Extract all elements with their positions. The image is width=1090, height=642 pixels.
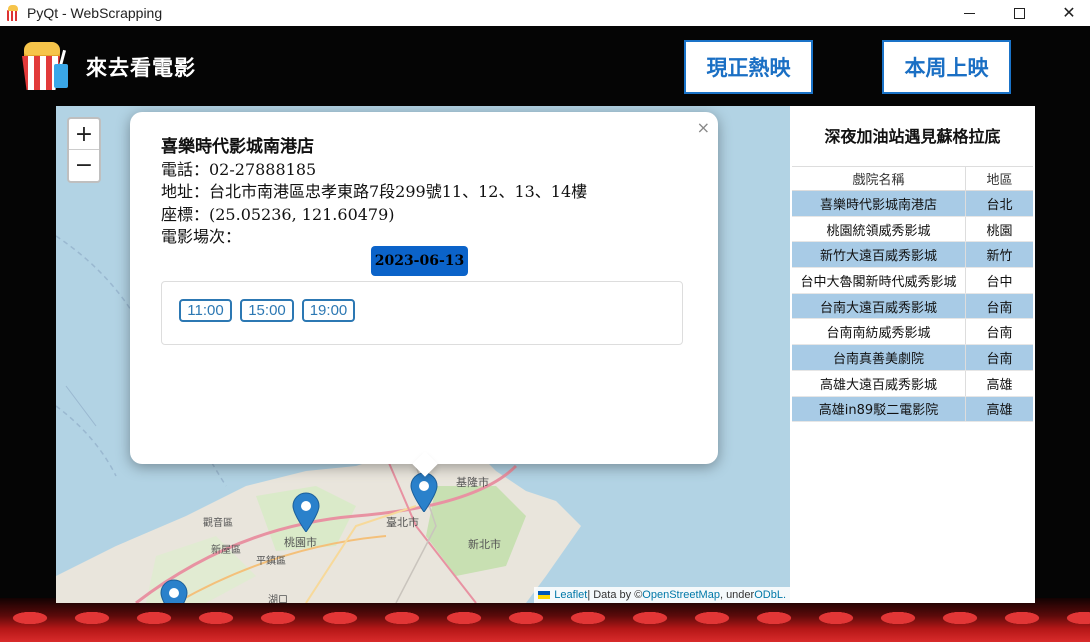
table-row[interactable]: 台南南紡威秀影城 台南 (792, 319, 1033, 346)
popup-close-button[interactable]: × (697, 118, 710, 137)
map-attribution: Leaflet | Data by © OpenStreetMap , unde… (534, 587, 790, 603)
column-header-region[interactable]: 地區 (966, 167, 1033, 190)
theater-panel: 深夜加油站遇見蘇格拉底 戲院名稱 地區 喜樂時代影城南港店 台北 桃園統領威秀影城… (790, 106, 1035, 603)
theater-name: 台中大魯閣新時代威秀影城 (792, 268, 966, 293)
close-window-button[interactable]: ✕ (1046, 0, 1090, 26)
table-row[interactable]: 高雄大遠百威秀影城 高雄 (792, 370, 1033, 397)
zoom-out-button[interactable]: − (69, 150, 99, 181)
zoom-control: + − (67, 117, 101, 183)
map-label-keelung: 基隆市 (456, 475, 489, 489)
cinema-coords: 座標：(25.05236, 121.60479) (161, 204, 395, 224)
theater-name: 桃園統領威秀影城 (792, 216, 966, 242)
table-header: 戲院名稱 地區 (792, 166, 1033, 191)
ukraine-flag-icon (538, 591, 551, 599)
theater-name: 台南南紡威秀影城 (792, 319, 966, 345)
map-label-taoyuan: 桃園市 (284, 535, 317, 549)
cinema-marker-icon[interactable] (410, 472, 438, 512)
cinema-phone: 電話：02-27888185 (161, 159, 317, 179)
minimize-button[interactable] (946, 0, 992, 26)
maximize-button[interactable] (996, 0, 1042, 26)
map-label-newtaipei: 新北市 (468, 537, 501, 551)
popcorn-logo-icon (18, 40, 70, 92)
zoom-in-button[interactable]: + (69, 119, 99, 150)
theater-name: 台南大遠百威秀影城 (792, 293, 966, 319)
theater-region: 台中 (986, 274, 1013, 290)
popup-content: 喜樂時代影城南港店 電話：02-27888185 地址：台北市南港區忠孝東路7段… (161, 136, 587, 249)
theater-region: 台南 (986, 351, 1013, 367)
map-label-pingzhen: 平鎮區 (256, 554, 286, 567)
showtime-button[interactable]: 15:00 (240, 299, 294, 322)
table-row[interactable]: 台南真善美劇院 台南 (792, 345, 1033, 371)
table-row[interactable]: 高雄in89駁二電影院 高雄 (792, 396, 1033, 423)
map-label-xinwu: 新屋區 (211, 543, 241, 556)
now-showing-button[interactable]: 現正熱映 (684, 40, 813, 94)
cinema-address: 地址：台北市南港區忠孝東路7段299號11、12、13、14樓 (161, 182, 588, 201)
cinema-marker-icon[interactable] (160, 579, 188, 603)
theater-name: 高雄大遠百威秀影城 (792, 370, 966, 396)
popcorn-app-icon (5, 5, 21, 21)
osm-link[interactable]: OpenStreetMap (642, 589, 720, 601)
cinema-seats-decoration (0, 598, 1090, 642)
column-header-name[interactable]: 戲院名稱 (792, 167, 966, 190)
map-label-hukou: 湖口 (268, 594, 288, 603)
table-row[interactable]: 台南大遠百威秀影城 台南 (792, 293, 1033, 320)
app-area: 來去看電影 現正熱映 本周上映 基隆市 臺北市 新北市 桃園市 觀音區 新屋區 … (0, 26, 1090, 642)
showtimes-box: 11:00 15:00 19:00 (161, 281, 683, 345)
theater-region: 高雄 (986, 403, 1013, 419)
theater-name: 新竹大遠百威秀影城 (792, 242, 966, 268)
table-row[interactable]: 喜樂時代影城南港店 台北 (792, 191, 1033, 217)
table-row[interactable]: 台中大魯閣新時代威秀影城 台中 (792, 268, 1033, 294)
minimize-icon (963, 12, 975, 14)
theater-region: 台南 (986, 300, 1013, 316)
movie-title: 深夜加油站遇見蘇格拉底 (824, 127, 1001, 146)
theater-region: 桃園 (986, 223, 1013, 239)
attribution-under: , under (719, 589, 755, 601)
window-titlebar: PyQt - WebScrapping ✕ (0, 0, 1090, 26)
theater-name: 台南真善美劇院 (792, 345, 966, 370)
brand-title: 來去看電影 (86, 56, 196, 80)
app-header: 來去看電影 現正熱映 本周上映 (0, 26, 1090, 106)
showtime-button[interactable]: 11:00 (179, 299, 232, 322)
odbl-link[interactable]: ODbL. (754, 589, 786, 601)
theater-region: 高雄 (986, 377, 1013, 393)
map-view[interactable]: 基隆市 臺北市 新北市 桃園市 觀音區 新屋區 平鎮區 湖口 + − × 喜樂時… (56, 106, 790, 603)
table-row[interactable]: 桃園統領威秀影城 桃園 (792, 216, 1033, 243)
theater-region: 新竹 (986, 249, 1013, 265)
close-icon: ✕ (1062, 3, 1076, 22)
attribution-sep: | Data by © (587, 589, 643, 601)
map-label-taipei: 臺北市 (386, 515, 419, 529)
theater-table: 戲院名稱 地區 喜樂時代影城南港店 台北 桃園統領威秀影城 桃園 新竹大遠百威秀影城… (792, 166, 1033, 423)
table-row[interactable]: 新竹大遠百威秀影城 新竹 (792, 242, 1033, 269)
theater-region: 台南 (986, 326, 1013, 342)
map-label-guanyin: 觀音區 (203, 516, 233, 529)
showtime-date-badge[interactable]: 2023-06-13 (371, 246, 468, 276)
leaflet-link[interactable]: Leaflet (554, 589, 587, 601)
cinema-marker-icon[interactable] (292, 492, 320, 532)
window-title: PyQt - WebScrapping (27, 5, 163, 21)
theater-name: 高雄in89駁二電影院 (792, 396, 966, 422)
cinema-popup: × 喜樂時代影城南港店 電話：02-27888185 地址：台北市南港區忠孝東路… (130, 112, 718, 477)
maximize-icon (1013, 7, 1025, 19)
theater-name: 喜樂時代影城南港店 (792, 191, 966, 216)
theater-region: 台北 (986, 197, 1013, 213)
showtime-button[interactable]: 19:00 (302, 299, 355, 322)
cinema-name: 喜樂時代影城南港店 (161, 137, 314, 157)
this-week-button[interactable]: 本周上映 (882, 40, 1011, 94)
